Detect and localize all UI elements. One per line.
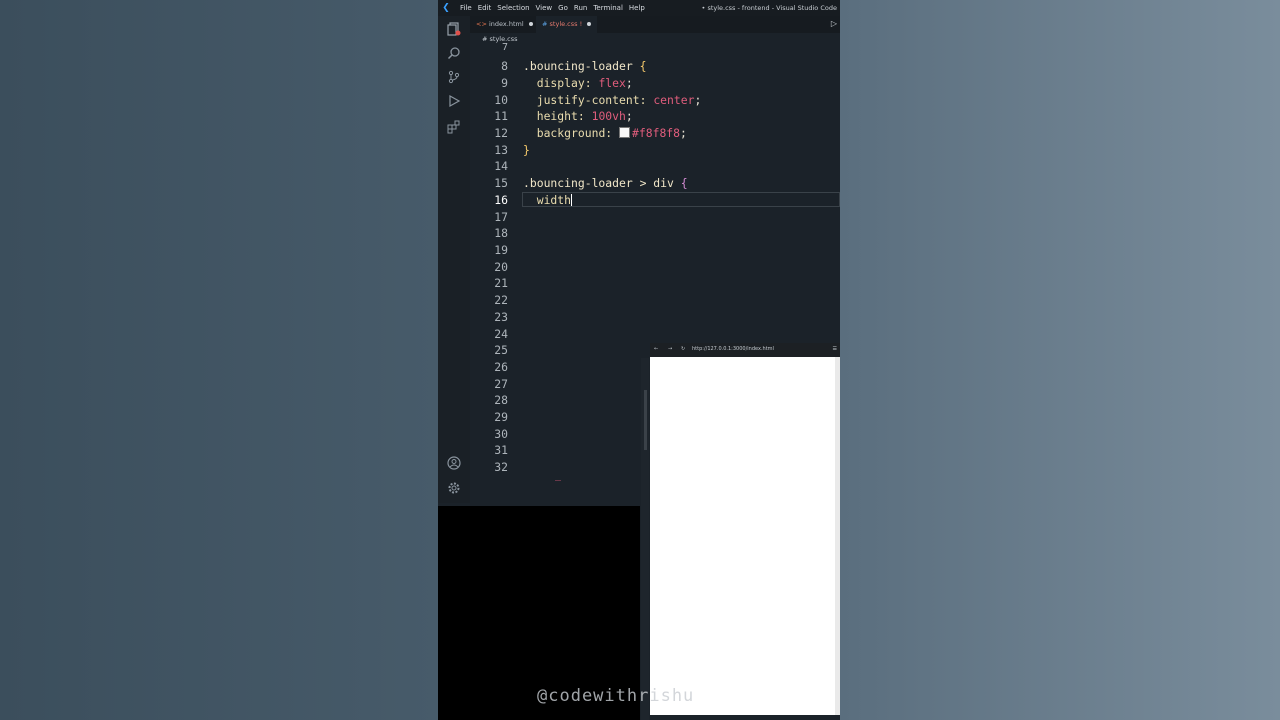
line-number: 7: [501, 42, 508, 53]
source-control-icon[interactable]: [446, 70, 462, 86]
html-file-icon: <>: [476, 20, 487, 28]
semicolon: ;: [625, 76, 633, 90]
css-property: height:: [536, 109, 585, 123]
unsaved-dot-icon: [587, 22, 592, 26]
browser-scrollbar[interactable]: [835, 357, 840, 715]
menu-edit[interactable]: Edit: [478, 4, 492, 12]
background-left: [0, 0, 438, 720]
tab-index-html[interactable]: <> index.html: [470, 16, 539, 33]
browser-preview[interactable]: [650, 357, 837, 715]
menu-help[interactable]: Help: [629, 4, 645, 12]
code-line-13: }: [523, 143, 530, 157]
menu-icon[interactable]: ☰: [833, 346, 837, 352]
css-property: display:: [536, 76, 592, 90]
line-number: 11: [494, 109, 508, 123]
background-right: [840, 0, 1280, 720]
code-line-9: display: flex;: [523, 76, 633, 90]
open-brace: {: [680, 176, 688, 190]
activity-bar: [438, 16, 470, 506]
line-number: 8: [501, 59, 508, 73]
account-icon[interactable]: [446, 456, 462, 472]
line-number: 14: [494, 159, 508, 173]
css-property-typing: width: [536, 193, 572, 207]
menu-view[interactable]: View: [536, 4, 553, 12]
css-selector: .bouncing-loader > div: [523, 176, 674, 190]
reload-icon[interactable]: ↻: [681, 346, 685, 352]
line-number: 27: [494, 377, 508, 391]
line-number: 10: [494, 93, 508, 107]
text-cursor: [571, 194, 573, 206]
back-icon[interactable]: ←: [654, 346, 658, 352]
line-number: 25: [494, 343, 508, 357]
css-value: #f8f8f8: [632, 126, 681, 140]
line-number: 23: [494, 310, 508, 324]
code-line-12: background: #f8f8f8;: [523, 126, 687, 140]
code-line-16: width: [523, 193, 573, 207]
menu-terminal[interactable]: Terminal: [593, 4, 623, 12]
run-debug-icon[interactable]: [446, 94, 462, 110]
css-property: background:: [536, 126, 613, 140]
line-number: 20: [494, 260, 508, 274]
menu-go[interactable]: Go: [558, 4, 568, 12]
close-brace: }: [523, 143, 530, 157]
tab-error-count: !: [579, 20, 583, 28]
editor-tabs: <> index.html # style.css ! ▷: [470, 16, 840, 33]
watermark: @codewithrishu: [537, 686, 695, 706]
tab-style-css[interactable]: # style.css !: [536, 16, 598, 33]
line-number: 15: [494, 176, 508, 190]
line-number: 31: [494, 443, 508, 457]
scrollbar-thumb[interactable]: [644, 390, 647, 450]
vscode-logo-icon: ❮: [442, 3, 450, 13]
semicolon: ;: [694, 93, 702, 107]
line-number: 21: [494, 276, 508, 290]
open-brace: {: [639, 59, 647, 73]
code-line-15: .bouncing-loader > div {: [523, 176, 688, 190]
css-value: 100vh: [591, 109, 626, 123]
code-line-11: height: 100vh;: [523, 109, 633, 123]
line-number: 24: [494, 327, 508, 341]
line-number: 18: [494, 226, 508, 240]
color-swatch-icon[interactable]: [619, 127, 631, 138]
tab-label: index.html: [488, 20, 524, 28]
unsaved-dot-icon: [528, 22, 533, 26]
run-play-icon[interactable]: ▷: [831, 19, 837, 28]
vscode-window: ❮ File Edit Selection View Go Run Termin…: [438, 0, 840, 720]
css-property: justify-content:: [536, 93, 647, 107]
menu-selection[interactable]: Selection: [497, 4, 529, 12]
line-number: 32: [494, 460, 508, 474]
semicolon: ;: [625, 109, 633, 123]
code-line-8: .bouncing-loader {: [523, 59, 646, 73]
css-value: flex: [598, 76, 626, 90]
forward-icon[interactable]: →: [668, 346, 672, 352]
line-number: 17: [494, 210, 508, 224]
browser-toolbar: ← → ↻ http://127.0.0.1:3000/index.html ☰: [650, 343, 840, 357]
explorer-icon[interactable]: [446, 22, 462, 38]
line-number: 9: [501, 76, 508, 90]
line-number: 19: [494, 243, 508, 257]
menu-file[interactable]: File: [460, 4, 472, 12]
search-icon[interactable]: [446, 46, 462, 62]
css-value: center: [653, 93, 695, 107]
settings-gear-icon[interactable]: [446, 481, 462, 497]
css-file-icon: #: [542, 20, 548, 28]
line-number: 26: [494, 360, 508, 374]
line-number: 22: [494, 293, 508, 307]
window-title: • style.css - frontend - Visual Studio C…: [701, 4, 837, 12]
line-number: 29: [494, 410, 508, 424]
title-bar: ❮ File Edit Selection View Go Run Termin…: [438, 0, 840, 16]
code-line-10: justify-content: center;: [523, 93, 702, 107]
css-selector: .bouncing-loader: [523, 59, 633, 73]
extensions-icon[interactable]: [446, 120, 462, 136]
tab-label: style.css: [549, 20, 578, 28]
editor-end-marker: _: [555, 470, 562, 481]
menu-run[interactable]: Run: [574, 4, 587, 12]
line-number-active: 16: [494, 193, 508, 207]
line-number: 30: [494, 427, 508, 441]
line-number: 28: [494, 393, 508, 407]
line-number: 12: [494, 126, 508, 140]
line-number: 13: [494, 143, 508, 157]
semicolon: ;: [680, 126, 687, 140]
address-bar[interactable]: http://127.0.0.1:3000/index.html: [692, 346, 774, 352]
